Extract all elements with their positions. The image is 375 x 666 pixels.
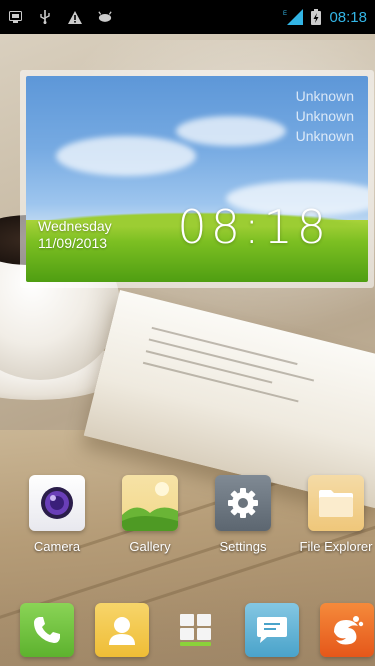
phone-icon[interactable] xyxy=(20,603,74,657)
contacts-icon[interactable] xyxy=(95,603,149,657)
app-label: File Explorer xyxy=(299,539,373,554)
weekday-label: Wednesday xyxy=(38,218,112,234)
screenshot-icon xyxy=(8,10,22,24)
camera-icon xyxy=(29,475,85,531)
date-label: 11/09/2013 xyxy=(38,235,108,251)
folder-icon xyxy=(308,475,364,531)
app-label: Settings xyxy=(219,539,267,554)
app-camera[interactable]: Camera xyxy=(11,475,103,554)
weather-line: Unknown xyxy=(295,88,354,104)
warning-icon xyxy=(68,10,82,24)
date-block: Wednesday 11/09/2013 xyxy=(38,218,112,252)
app-settings[interactable]: Settings xyxy=(197,475,289,554)
settings-gear-icon xyxy=(215,475,271,531)
usb-icon xyxy=(38,10,52,24)
status-bar: E 08:18 xyxy=(0,0,375,34)
battery-charging-icon xyxy=(309,9,323,25)
weather-line: Unknown xyxy=(295,108,354,124)
svg-text:E: E xyxy=(283,11,287,17)
weather-line: Unknown xyxy=(295,128,354,144)
widget-clock[interactable]: 08:18 xyxy=(177,200,330,254)
app-label: Camera xyxy=(33,539,81,554)
weather-info[interactable]: Unknown Unknown Unknown xyxy=(296,86,354,146)
gallery-icon xyxy=(122,475,178,531)
all-apps-icon[interactable] xyxy=(180,614,212,646)
app-file-explorer[interactable]: File Explorer xyxy=(290,475,375,554)
uc-browser-icon[interactable] xyxy=(320,603,374,657)
status-clock: 08:18 xyxy=(329,8,367,26)
app-gallery[interactable]: Gallery xyxy=(104,475,196,554)
debug-icon xyxy=(98,10,112,24)
widget-background: Unknown Unknown Unknown Wednesday 11/09/… xyxy=(26,76,368,282)
signal-icon: E xyxy=(283,9,304,25)
messaging-icon[interactable] xyxy=(245,603,299,657)
app-label: Gallery xyxy=(129,539,171,554)
clock-weather-widget[interactable]: Unknown Unknown Unknown Wednesday 11/09/… xyxy=(20,70,374,288)
